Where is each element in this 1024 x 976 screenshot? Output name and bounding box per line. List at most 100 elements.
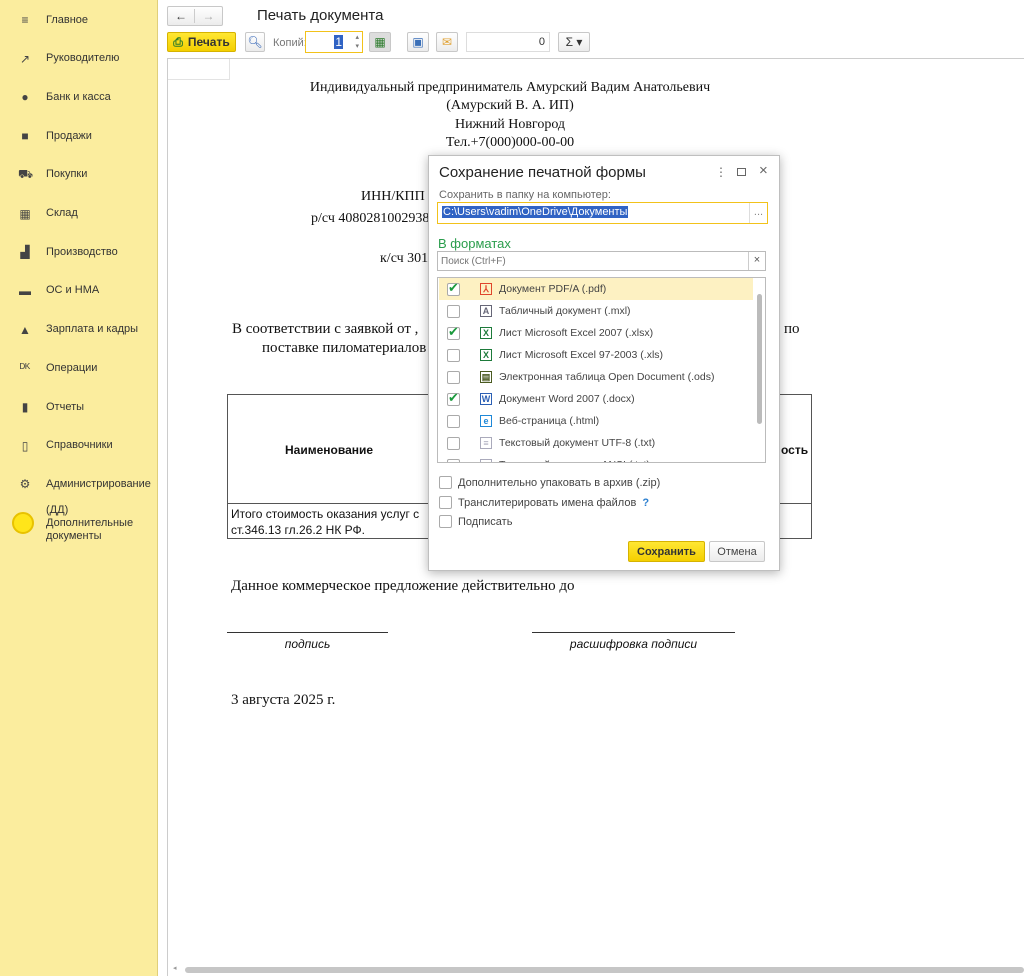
formats-list: ⅄ Документ PDF/A (.pdf) A Табличный докумен… — [437, 277, 766, 463]
sum-dropdown-button[interactable]: Σ ▾ — [558, 32, 590, 52]
sidebar-item-label: Покупки — [46, 168, 88, 181]
format-checkbox[interactable] — [447, 304, 460, 318]
print-label: Печать — [187, 35, 230, 49]
close-icon[interactable]: × — [759, 162, 768, 179]
corr-account-line: к/сч 301 — [380, 251, 429, 266]
sidebar-item[interactable]: (ДД) Дополнительные документы — [0, 504, 158, 542]
debit-credit-icon: ᴰᴷ — [19, 361, 31, 376]
format-row[interactable]: ≡ Текстовый документ ANSI (.txt) — [439, 454, 753, 462]
sidebar-item-label: Зарплата и кадры — [46, 323, 139, 336]
sidebar-item-label: Операции — [46, 361, 98, 374]
save-button[interactable]: ▣ — [407, 32, 429, 52]
format-checkbox[interactable] — [447, 436, 460, 450]
format-label: Электронная таблица Open Document (.ods) — [499, 371, 715, 383]
document-date: 3 августа 2025 г. — [231, 692, 336, 708]
sidebar-item[interactable]: ▯ Справочники — [0, 431, 158, 461]
sidebar-item[interactable]: ᴰᴷ Операции — [0, 353, 158, 383]
pdf-icon: ⅄ — [480, 283, 492, 295]
format-row[interactable]: e Веб-страница (.html) — [439, 410, 753, 432]
format-row[interactable]: ≡ Текстовый документ UTF-8 (.txt) — [439, 432, 753, 454]
phone-line: Тел.+7(000)000-00-00 — [445, 135, 575, 150]
gear-icon: ⚙ — [19, 477, 31, 492]
forward-button[interactable]: → — [195, 9, 222, 23]
factory-icon: ▟ — [20, 245, 30, 260]
format-checkbox[interactable] — [447, 458, 460, 462]
zip-option[interactable]: Дополнительно упаковать в архив (.zip) — [439, 476, 660, 489]
format-label: Текстовый документ ANSI (.txt) — [499, 459, 650, 462]
sidebar-item[interactable]: ▟ Производство — [0, 237, 158, 267]
sidebar-item-label: Руководителю — [46, 52, 120, 65]
more-icon[interactable]: ⋮ — [715, 165, 727, 179]
clear-search-button[interactable]: × — [748, 252, 765, 270]
cancel-button[interactable]: Отмена — [709, 541, 765, 562]
maximize-icon[interactable] — [737, 168, 746, 176]
dialog-title: Сохранение печатной формы — [439, 164, 646, 181]
paragraph-start: В соответствии с заявкой от , — [232, 321, 419, 337]
format-checkbox[interactable] — [447, 280, 460, 296]
format-row[interactable]: X Лист Microsoft Excel 2007 (.xlsx) — [439, 322, 753, 344]
city-line: Нижний Новгород — [454, 117, 566, 132]
search-input[interactable] — [438, 252, 738, 270]
sidebar-item[interactable]: ▦ Склад — [0, 199, 158, 229]
format-row[interactable]: X Лист Microsoft Excel 97-2003 (.xls) — [439, 344, 753, 366]
horizontal-scrollbar[interactable] — [185, 967, 1024, 973]
sidebar-item-label: Администрирование — [46, 477, 151, 490]
sidebar-item[interactable]: ↗ Руководителю — [0, 44, 158, 74]
format-checkbox[interactable] — [447, 370, 460, 384]
bar-chart-icon: ▮ — [21, 400, 29, 414]
paragraph-end: по — [784, 321, 800, 337]
formats-search[interactable]: × — [437, 251, 766, 271]
total-line2: ст.346.13 гл.26.2 НК РФ. — [231, 523, 365, 537]
scroll-left-icon[interactable]: ◂ — [173, 964, 177, 972]
sign-checkbox[interactable] — [439, 515, 452, 528]
translit-option[interactable]: Транслитерировать имена файлов? — [439, 496, 649, 509]
sidebar-item[interactable]: ▬ ОС и НМА — [0, 276, 158, 306]
format-checkbox[interactable] — [447, 390, 460, 406]
sidebar-item[interactable]: ▲ Зарплата и кадры — [0, 315, 158, 345]
back-button[interactable]: ← — [168, 9, 196, 23]
format-row[interactable]: ⅄ Документ PDF/A (.pdf) — [439, 278, 753, 300]
folder-value: C:\Users\vadim\OneDrive\Документы — [442, 206, 629, 218]
format-label: Табличный документ (.mxl) — [499, 305, 631, 317]
edit-mode-button[interactable]: ▦ — [369, 32, 391, 52]
translit-checkbox[interactable] — [439, 496, 452, 509]
copies-input[interactable]: 1 ▴ ▾ — [305, 31, 363, 53]
signature-decode-label: расшифровка подписи — [569, 637, 698, 651]
sidebar-item[interactable]: ⚙ Администрирование — [0, 469, 158, 499]
printer-icon: ⎙ — [173, 34, 183, 49]
format-row[interactable]: W Документ Word 2007 (.docx) — [439, 388, 753, 410]
spin-icon[interactable]: ▴ ▾ — [355, 33, 359, 51]
inn-line: ИНН/КПП — [361, 189, 425, 204]
text-file-icon: ≡ — [480, 437, 492, 449]
format-checkbox[interactable] — [447, 414, 460, 428]
email-button[interactable]: ✉ — [436, 32, 458, 52]
sidebar-item-label: (ДД) Дополнительные документы — [46, 503, 134, 542]
formats-label: В форматах — [438, 236, 511, 251]
sidebar-item[interactable]: ⛟ Покупки — [0, 160, 158, 190]
total-line1: Итого стоимость оказания услуг с — [231, 507, 420, 521]
mxl-icon: A — [480, 305, 492, 317]
format-checkbox[interactable] — [447, 348, 460, 362]
truck-icon: ▬ — [19, 283, 31, 298]
help-icon[interactable]: ? — [642, 497, 649, 509]
sidebar-item[interactable]: ▮ Отчеты — [0, 392, 158, 422]
sum-field: 0 — [466, 32, 550, 52]
print-button[interactable]: ⎙ Печать — [167, 32, 236, 52]
preview-button[interactable]: 🔍︎ — [245, 32, 265, 52]
books-icon: ▯ — [21, 438, 29, 453]
sign-option[interactable]: Подписать — [439, 515, 512, 528]
save-dialog-button[interactable]: Сохранить — [628, 541, 705, 562]
format-checkbox[interactable] — [447, 324, 460, 340]
format-row[interactable]: ▤ Электронная таблица Open Document (.ods… — [439, 366, 753, 388]
format-row[interactable]: A Табличный документ (.mxl) — [439, 300, 753, 322]
sidebar-item[interactable]: ≡ Главное — [0, 5, 158, 35]
zip-checkbox[interactable] — [439, 476, 452, 489]
account-line: р/сч 4080281002938 — [311, 211, 430, 226]
formats-scrollbar[interactable] — [757, 294, 762, 424]
folder-input[interactable]: C:\Users\vadim\OneDrive\Документы ... — [437, 202, 768, 224]
browse-button[interactable]: ... — [749, 203, 767, 223]
col-cost-header: ость — [781, 443, 809, 457]
word-icon: W — [480, 393, 492, 405]
format-label: Веб-страница (.html) — [499, 415, 600, 427]
sidebar-item-label: Справочники — [46, 439, 113, 452]
